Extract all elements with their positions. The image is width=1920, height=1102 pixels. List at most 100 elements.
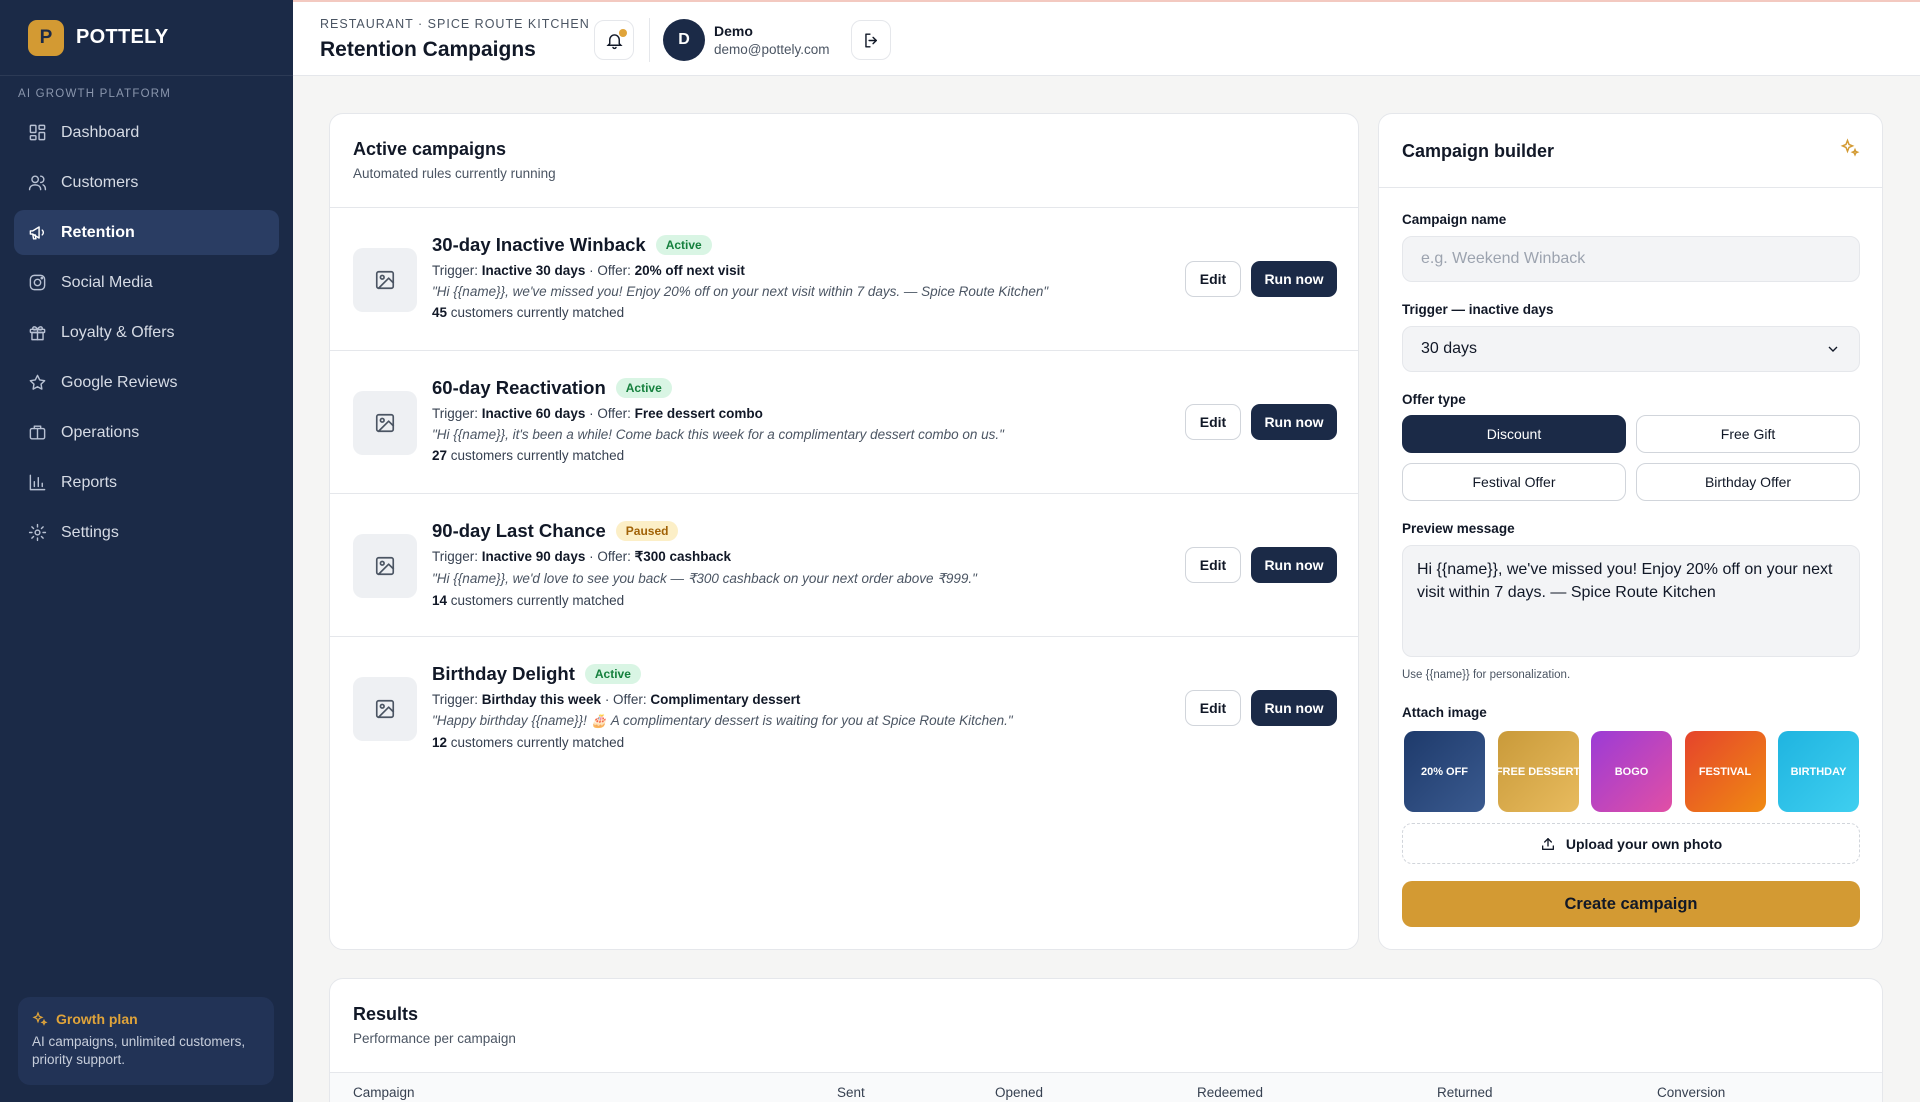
campaign-title-line: 30-day Inactive Winback Active bbox=[432, 234, 1132, 256]
active-campaigns-card: Active campaigns Automated rules current… bbox=[329, 113, 1359, 950]
offer-prefix: · Offer: bbox=[585, 406, 635, 421]
image-option-tile[interactable]: FESTIVAL bbox=[1684, 731, 1766, 812]
column-header[interactable]: Opened bbox=[995, 1085, 1043, 1100]
sparkle-button[interactable] bbox=[1840, 138, 1860, 163]
star-icon bbox=[29, 374, 46, 390]
offer-type-label: Offer type bbox=[1402, 392, 1466, 407]
offer-value: ₹300 cashback bbox=[634, 549, 732, 564]
active-campaigns-subtitle: Automated rules currently running bbox=[353, 166, 556, 181]
column-header[interactable]: Returned bbox=[1437, 1085, 1493, 1100]
edit-button[interactable]: Edit bbox=[1185, 261, 1241, 297]
column-header[interactable]: Campaign bbox=[353, 1085, 415, 1100]
sidebar-item-operations[interactable]: Operations bbox=[14, 410, 279, 455]
avatar[interactable]: D bbox=[663, 19, 705, 61]
image-option-tile[interactable]: BOGO bbox=[1591, 731, 1672, 812]
sidebar-item-customers[interactable]: Customers bbox=[14, 160, 279, 205]
campaign-message: "Happy birthday {{name}}! 🎂 A compliment… bbox=[432, 713, 1013, 728]
attach-image-label: Attach image bbox=[1402, 705, 1487, 720]
column-header[interactable]: Conversion bbox=[1657, 1085, 1725, 1100]
matched-suffix: customers currently matched bbox=[447, 305, 625, 320]
campaign-name: Birthday Delight bbox=[432, 663, 575, 684]
campaign-trigger: Trigger: Birthday this week · Offer: Com… bbox=[432, 692, 1132, 707]
run-now-button[interactable]: Run now bbox=[1251, 404, 1337, 440]
campaign-thumbnail[interactable] bbox=[353, 534, 417, 598]
platform-label: AI GROWTH PLATFORM bbox=[18, 88, 171, 100]
run-now-button[interactable]: Run now bbox=[1251, 690, 1337, 726]
trigger-prefix: Trigger: bbox=[432, 549, 482, 564]
trigger-select[interactable]: 30 days bbox=[1402, 326, 1860, 372]
campaign-row: 60-day Reactivation Active Trigger: Inacti… bbox=[330, 351, 1358, 494]
image-option-tile[interactable]: 20% OFF bbox=[1404, 731, 1485, 812]
sidebar-item-settings[interactable]: Settings bbox=[14, 510, 279, 555]
campaign-name: 30-day Inactive Winback bbox=[432, 234, 646, 255]
campaign-info: Birthday Delight Active Trigger: Birthday … bbox=[432, 663, 1132, 750]
offer-value: 20% off next visit bbox=[634, 263, 745, 278]
column-header[interactable]: Sent bbox=[837, 1085, 865, 1100]
sidebar-item-label: Google Reviews bbox=[61, 373, 178, 391]
edit-button[interactable]: Edit bbox=[1185, 404, 1241, 440]
offer-free-gift-button[interactable]: Free Gift bbox=[1636, 415, 1860, 453]
bar-chart-icon bbox=[29, 474, 46, 491]
create-campaign-button[interactable]: Create campaign bbox=[1402, 881, 1860, 927]
sidebar-item-social-media[interactable]: Social Media bbox=[14, 260, 279, 305]
offer-birthday-button[interactable]: Birthday Offer bbox=[1636, 463, 1860, 501]
sidebar-item-retention[interactable]: Retention bbox=[14, 210, 279, 255]
plan-box: Growth plan AI campaigns, unlimited cust… bbox=[18, 997, 274, 1085]
offer-prefix: · Offer: bbox=[601, 692, 651, 707]
campaign-name-label: Campaign name bbox=[1402, 212, 1507, 227]
offer-value: Complimentary dessert bbox=[650, 692, 801, 707]
status-badge: Active bbox=[584, 664, 641, 684]
sidebar-item-dashboard[interactable]: Dashboard bbox=[14, 110, 279, 155]
logout-button[interactable] bbox=[851, 20, 891, 60]
run-now-button[interactable]: Run now bbox=[1251, 547, 1337, 583]
sidebar-item-google-reviews[interactable]: Google Reviews bbox=[14, 360, 279, 405]
sidebar: P POTTELY AI GROWTH PLATFORM Dashboard C… bbox=[0, 0, 293, 1102]
notification-dot bbox=[619, 29, 627, 37]
run-now-button[interactable]: Run now bbox=[1251, 261, 1337, 297]
plan-desc: AI campaigns, unlimited customers, prior… bbox=[32, 1034, 246, 1067]
offer-value: Free dessert combo bbox=[634, 406, 763, 421]
notifications-button[interactable] bbox=[594, 20, 634, 60]
builder-title: Campaign builder bbox=[1402, 141, 1555, 161]
preview-message-textarea[interactable]: Hi {{name}}, we've missed you! Enjoy 20%… bbox=[1402, 545, 1860, 657]
upload-label: Upload your own photo bbox=[1565, 835, 1723, 852]
sidebar-item-label: Loyalty & Offers bbox=[61, 323, 175, 341]
image-option-tile[interactable]: FREE DESSERT bbox=[1497, 731, 1579, 812]
edit-button[interactable]: Edit bbox=[1185, 547, 1241, 583]
campaign-name: 60-day Reactivation bbox=[432, 377, 606, 398]
plan-title-text: Growth plan bbox=[56, 1011, 138, 1027]
image-icon bbox=[375, 699, 395, 719]
campaign-name-input[interactable]: e.g. Weekend Winback bbox=[1402, 236, 1860, 282]
offer-prefix: · Offer: bbox=[585, 549, 635, 564]
sidebar-item-label: Retention bbox=[61, 223, 135, 241]
campaign-name: 90-day Last Chance bbox=[432, 520, 606, 541]
campaign-thumbnail[interactable] bbox=[353, 248, 417, 312]
plan-title: Growth plan bbox=[32, 1011, 260, 1027]
campaign-trigger: Trigger: Inactive 60 days · Offer: Free … bbox=[432, 406, 1132, 421]
users-icon bbox=[28, 175, 47, 191]
edit-button[interactable]: Edit bbox=[1185, 690, 1241, 726]
offer-discount-button[interactable]: Discount bbox=[1402, 415, 1626, 453]
matched-count: 14 bbox=[432, 593, 448, 608]
campaign-row: 90-day Last Chance Paused Trigger: Inactiv… bbox=[330, 494, 1358, 637]
sidebar-item-loyalty[interactable]: Loyalty & Offers bbox=[14, 310, 279, 355]
campaign-title-line: Birthday Delight Active bbox=[432, 663, 1132, 685]
brand[interactable]: P POTTELY bbox=[0, 0, 293, 76]
campaign-thumbnail[interactable] bbox=[353, 391, 417, 455]
sidebar-item-label: Social Media bbox=[61, 273, 153, 291]
campaign-message: "Hi {{name}}, we'd love to see you back … bbox=[432, 571, 977, 586]
results-table-header: Campaign Sent Opened Redeemed Returned C… bbox=[330, 1072, 1882, 1102]
upload-photo-button[interactable]: Upload your own photo bbox=[1402, 823, 1860, 864]
image-option-tile[interactable]: BIRTHDAY bbox=[1778, 731, 1859, 812]
campaign-thumbnail[interactable] bbox=[353, 677, 417, 741]
matched-count: 12 bbox=[432, 735, 448, 750]
campaign-row: 30-day Inactive Winback Active Trigger: In… bbox=[330, 208, 1358, 351]
card-header: Active campaigns Automated rules current… bbox=[330, 114, 1358, 208]
sidebar-item-reports[interactable]: Reports bbox=[14, 460, 279, 505]
column-header[interactable]: Redeemed bbox=[1197, 1085, 1263, 1100]
logout-icon bbox=[864, 32, 877, 48]
breadcrumb: RESTAURANT · SPICE ROUTE KITCHEN bbox=[320, 17, 590, 31]
matched-count: 27 bbox=[432, 448, 448, 463]
matched-count: 45 bbox=[432, 305, 448, 320]
offer-festival-button[interactable]: Festival Offer bbox=[1402, 463, 1626, 501]
